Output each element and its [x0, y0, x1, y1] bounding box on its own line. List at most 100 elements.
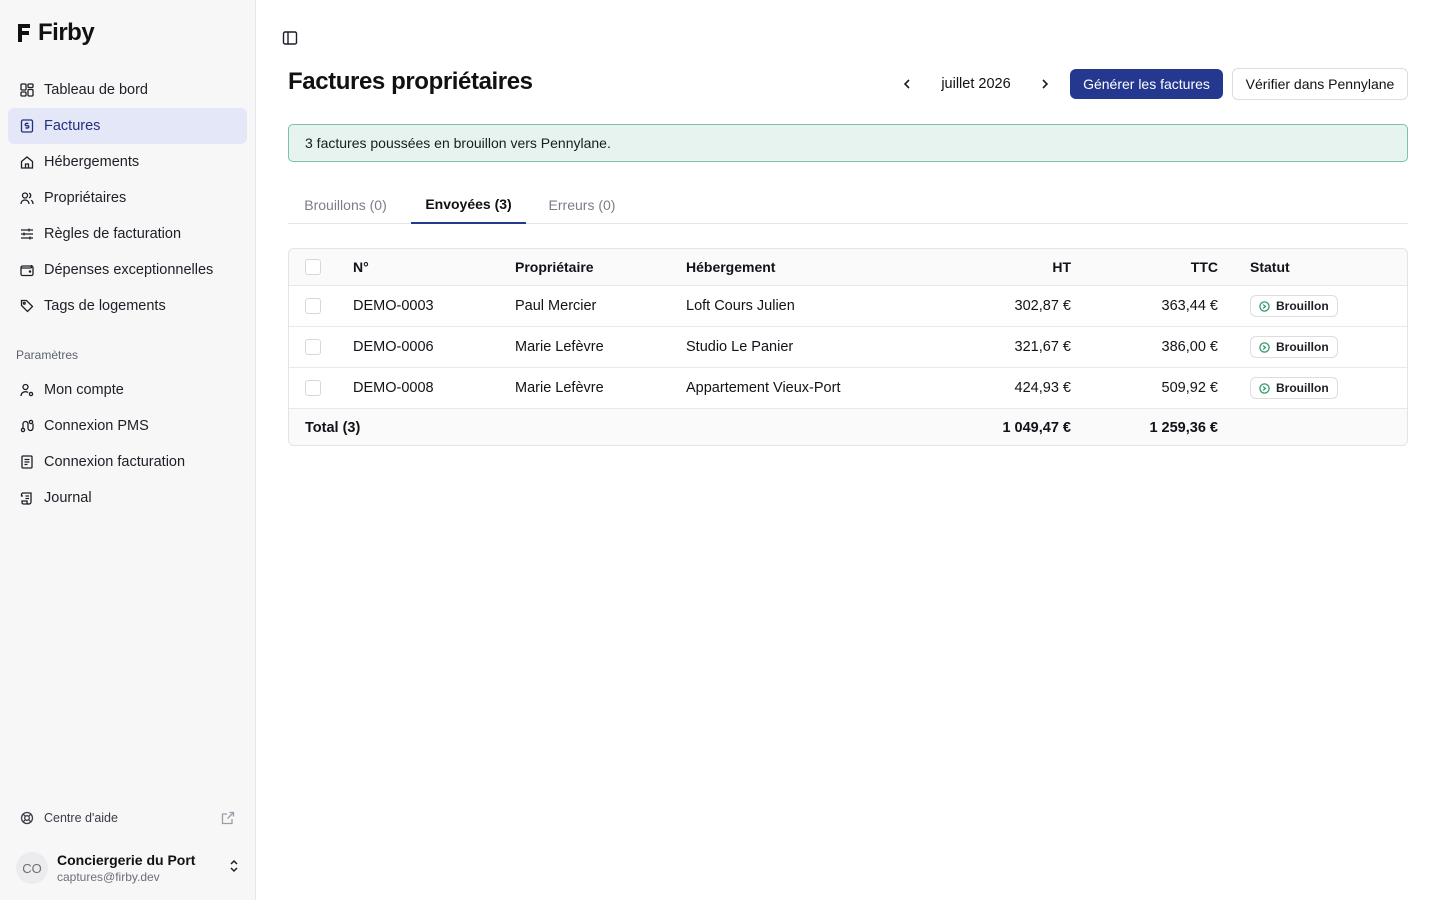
- sidebar-item-label: Mon compte: [44, 382, 124, 398]
- invoice-ht: 424,93 €: [1014, 380, 1071, 396]
- status-cell: Brouillon: [1250, 327, 1338, 367]
- total-ht: 1 049,47 €: [1002, 419, 1071, 436]
- row-select-cell: [305, 327, 321, 367]
- sidebar: Firby Tableau de bord Factures Hébergeme…: [0, 0, 256, 900]
- table-row[interactable]: DEMO-0008 Marie Lefèvre Appartement Vieu…: [289, 368, 1407, 409]
- send-status-icon: [1259, 382, 1270, 394]
- invoice-number: DEMO-0008: [353, 380, 434, 396]
- month-navigator: juillet 2026: [897, 70, 1055, 98]
- row-select-cell: [305, 286, 321, 326]
- sidebar-item-label: Hébergements: [44, 154, 140, 170]
- current-month: juillet 2026: [941, 76, 1011, 92]
- sidebar-item-billing-connection[interactable]: Connexion facturation: [8, 444, 247, 480]
- generate-invoices-button[interactable]: Générer les factures: [1070, 69, 1223, 99]
- verify-pennylane-button[interactable]: Vérifier dans Pennylane: [1232, 68, 1408, 100]
- tab-errors[interactable]: Erreurs (0): [534, 186, 630, 224]
- invoice-ht: 321,67 €: [1014, 339, 1071, 355]
- invoice-ttc: 386,00 €: [1161, 339, 1218, 355]
- sidebar-item-pms-connection[interactable]: Connexion PMS: [8, 408, 247, 444]
- invoice-ht: 302,87 €: [1014, 298, 1071, 314]
- row-checkbox[interactable]: [305, 380, 321, 396]
- route-icon: [20, 419, 34, 433]
- invoice-ttc: 509,92 €: [1161, 380, 1218, 396]
- invoice-owner: Marie Lefèvre: [515, 380, 604, 396]
- invoice-ttc: 363,44 €: [1161, 298, 1218, 314]
- tab-drafts[interactable]: Brouillons (0): [288, 186, 403, 224]
- column-number[interactable]: N°: [353, 249, 369, 285]
- sidebar-item-dashboard[interactable]: Tableau de bord: [8, 72, 247, 108]
- sidebar-item-invoices[interactable]: Factures: [8, 108, 247, 144]
- invoices-table: N° Propriétaire Hébergement HT TTC Statu…: [288, 248, 1408, 446]
- table-total-row: Total (3) 1 049,47 € 1 259,36 €: [289, 409, 1407, 445]
- account-name: Conciergerie du Port: [57, 852, 196, 868]
- sidebar-item-billing-rules[interactable]: Règles de facturation: [8, 216, 247, 252]
- account-email: captures@firby.dev: [57, 870, 160, 884]
- avatar: CO: [16, 852, 48, 884]
- column-ttc[interactable]: TTC: [1079, 249, 1218, 285]
- previous-month-button[interactable]: [897, 70, 917, 98]
- scroll-icon: [20, 491, 34, 505]
- dashboard-icon: [20, 83, 34, 97]
- invoice-owner: Marie Lefèvre: [515, 339, 604, 355]
- receipt-icon: [20, 455, 34, 469]
- next-month-button[interactable]: [1035, 70, 1055, 98]
- settings-nav: Mon compte Connexion PMS Connexion factu…: [8, 372, 247, 516]
- firby-logo-icon: [16, 21, 32, 45]
- logo[interactable]: Firby: [16, 19, 95, 47]
- column-owner[interactable]: Propriétaire: [515, 249, 594, 285]
- sidebar-item-label: Tableau de bord: [44, 82, 148, 98]
- user-cog-icon: [20, 383, 34, 397]
- table-header: N° Propriétaire Hébergement HT TTC Statu…: [289, 249, 1407, 286]
- alert-message: 3 factures poussées en brouillon vers Pe…: [305, 135, 611, 151]
- sidebar-item-owners[interactable]: Propriétaires: [8, 180, 247, 216]
- sidebar-item-my-account[interactable]: Mon compte: [8, 372, 247, 408]
- page-title: Factures propriétaires: [288, 68, 533, 95]
- sidebar-item-label: Factures: [44, 118, 101, 134]
- tag-icon: [20, 299, 34, 313]
- account-info: Conciergerie du Port captures@firby.dev: [57, 852, 195, 884]
- home-icon: [20, 155, 34, 169]
- sidebar-item-label: Connexion PMS: [44, 418, 149, 434]
- column-ht[interactable]: HT: [929, 249, 1071, 285]
- select-all-checkbox[interactable]: [305, 259, 321, 275]
- settings-section-label: Paramètres: [16, 348, 79, 362]
- sidebar-item-properties[interactable]: Hébergements: [8, 144, 247, 180]
- success-alert: 3 factures poussées en brouillon vers Pe…: [288, 124, 1408, 162]
- sidebar-item-expenses[interactable]: Dépenses exceptionnelles: [8, 252, 247, 288]
- tab-sent[interactable]: Envoyées (3): [411, 186, 526, 224]
- sidebar-toggle-icon[interactable]: [282, 30, 298, 46]
- sidebar-item-label: Dépenses exceptionnelles: [44, 262, 214, 278]
- status-cell: Brouillon: [1250, 286, 1338, 326]
- sidebar-item-property-tags[interactable]: Tags de logements: [8, 288, 247, 324]
- sidebar-item-journal[interactable]: Journal: [8, 480, 247, 516]
- send-status-icon: [1259, 300, 1270, 312]
- wallet-icon: [20, 263, 34, 277]
- help-center-link[interactable]: Centre d'aide: [8, 804, 247, 832]
- row-checkbox[interactable]: [305, 298, 321, 314]
- help-center-label: Centre d'aide: [44, 811, 118, 825]
- select-all-cell: [305, 249, 321, 285]
- status-label: Brouillon: [1276, 299, 1329, 313]
- sidebar-item-label: Propriétaires: [44, 190, 127, 206]
- status-badge: Brouillon: [1250, 336, 1338, 358]
- sidebar-item-label: Tags de logements: [44, 298, 166, 314]
- chevron-right-icon: [1042, 79, 1049, 89]
- column-status[interactable]: Statut: [1250, 249, 1290, 285]
- invoice-owner: Paul Mercier: [515, 298, 597, 314]
- table-row[interactable]: DEMO-0006 Marie Lefèvre Studio Le Panier…: [289, 327, 1407, 368]
- invoice-icon: [20, 119, 34, 133]
- invoice-number: DEMO-0006: [353, 339, 434, 355]
- row-checkbox[interactable]: [305, 339, 321, 355]
- row-select-cell: [305, 368, 321, 408]
- sidebar-item-label: Règles de facturation: [44, 226, 182, 242]
- status-label: Brouillon: [1276, 381, 1329, 395]
- chevrons-up-down-icon: [228, 859, 240, 878]
- sliders-icon: [20, 227, 34, 241]
- status-label: Brouillon: [1276, 340, 1329, 354]
- invoice-property: Studio Le Panier: [686, 339, 794, 355]
- total-label: Total (3): [305, 419, 361, 436]
- column-property[interactable]: Hébergement: [686, 249, 775, 285]
- table-row[interactable]: DEMO-0003 Paul Mercier Loft Cours Julien…: [289, 286, 1407, 327]
- invoice-property: Appartement Vieux-Port: [686, 380, 841, 396]
- account-switcher[interactable]: CO Conciergerie du Port captures@firby.d…: [16, 850, 240, 886]
